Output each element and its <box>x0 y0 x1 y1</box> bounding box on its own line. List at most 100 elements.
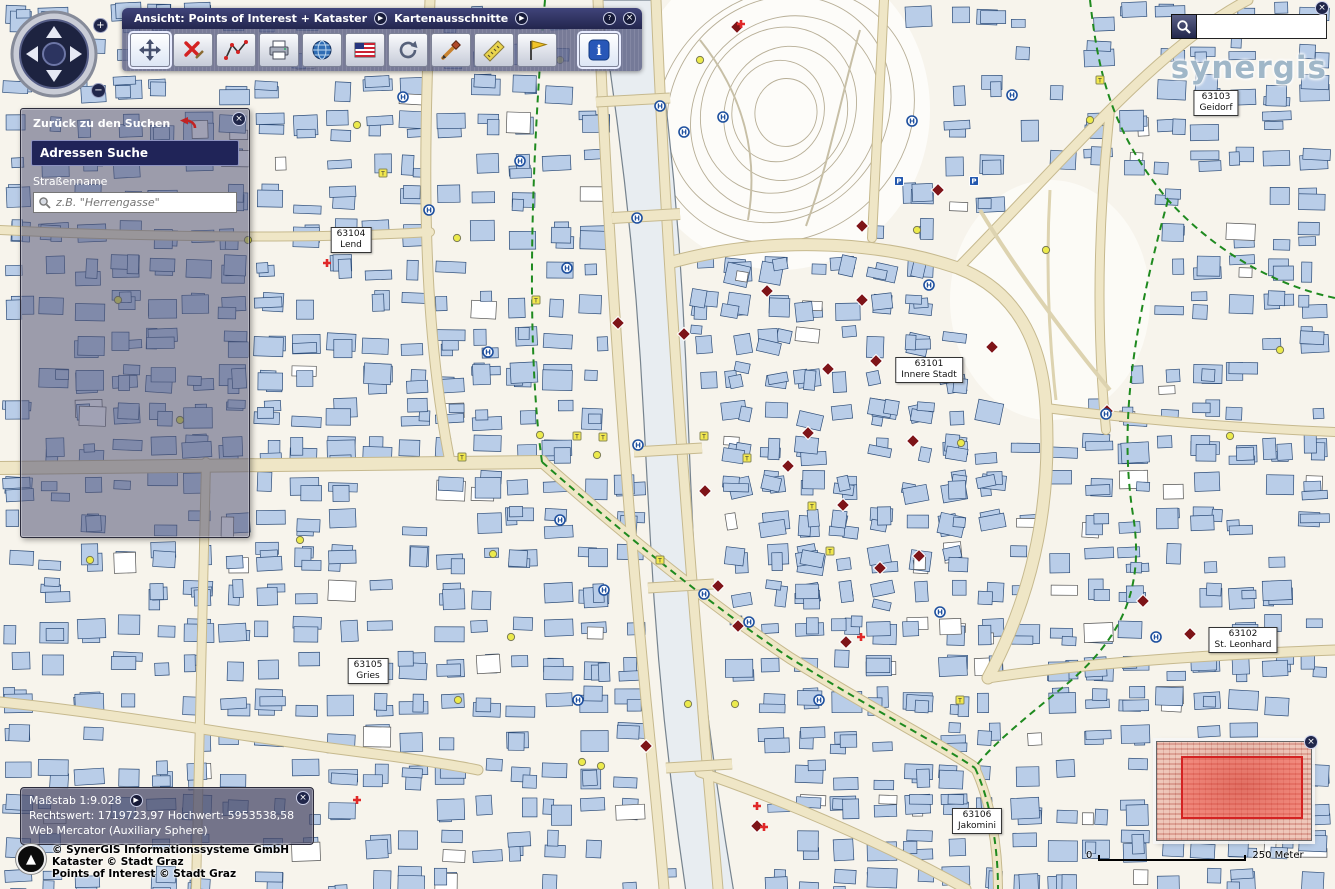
svg-text:H: H <box>746 619 752 627</box>
district-code: 63103 <box>1199 92 1232 103</box>
view-selector-label[interactable]: Ansicht: Points of Interest + Kataster <box>134 12 367 25</box>
draw-pencil-icon <box>439 38 463 62</box>
print-icon <box>267 38 291 62</box>
pan-tool-button[interactable] <box>130 33 170 67</box>
play-icon: ▶ <box>133 796 138 804</box>
district-label-lend: 63104 Lend <box>331 227 372 253</box>
district-name: Geidorf <box>1199 103 1232 114</box>
search-panel-close-button[interactable]: × <box>232 112 246 126</box>
help-button[interactable]: ? <box>603 12 616 25</box>
zoom-out-button[interactable]: − <box>91 83 106 98</box>
svg-text:H: H <box>575 697 581 705</box>
street-field-icon <box>38 196 51 209</box>
measure-line-tool-button[interactable] <box>216 33 256 67</box>
back-to-searches-link[interactable]: Zurück zu den Suchen <box>33 117 170 130</box>
copyright-block: ▲ © SynerGIS Informationssysteme GmbH Ka… <box>16 844 289 880</box>
play-icon: ▶ <box>519 14 524 22</box>
map-extracts-next-button[interactable]: ▶ <box>515 12 528 25</box>
svg-text:H: H <box>1153 634 1159 642</box>
flag-icon <box>353 38 377 62</box>
svg-text:T: T <box>957 697 962 704</box>
copyright-line: Points of Interest © Stadt Graz <box>52 868 289 880</box>
toolbar-close-button[interactable]: × <box>623 12 636 25</box>
svg-text:T: T <box>600 434 605 441</box>
map-extracts-label[interactable]: Kartenausschnitte <box>394 12 508 25</box>
street-name-input[interactable] <box>56 196 232 209</box>
svg-text:H: H <box>681 129 687 137</box>
gis-application: HHHHHHHHHHHHHHHHHHHHHHTTTTTTTTTTTTPP 631… <box>0 0 1335 889</box>
svg-text:T: T <box>533 297 538 304</box>
scale-bar-zero: 0 <box>1086 851 1092 861</box>
svg-text:H: H <box>720 114 726 122</box>
scale-bar-distance: 250 Meter <box>1252 851 1303 861</box>
svg-text:H: H <box>635 442 641 450</box>
scale-panel-close-button[interactable]: × <box>296 791 310 805</box>
district-code: 63101 <box>901 359 957 370</box>
svg-text:T: T <box>827 548 832 555</box>
draw-tool-button[interactable] <box>431 33 471 67</box>
overview-map[interactable]: × <box>1156 741 1312 841</box>
svg-text:T: T <box>574 433 579 440</box>
view-next-button[interactable]: ▶ <box>374 12 387 25</box>
play-icon: ▶ <box>378 14 383 22</box>
delete-sketch-icon <box>181 38 205 62</box>
svg-text:H: H <box>1009 92 1015 100</box>
pan-icon <box>138 38 162 62</box>
district-code: 63106 <box>958 810 996 821</box>
zoom-in-button[interactable]: + <box>93 18 108 33</box>
svg-text:T: T <box>809 503 814 510</box>
back-arrow-icon[interactable] <box>180 117 197 130</box>
quick-search-button[interactable] <box>1171 14 1197 39</box>
svg-text:T: T <box>1097 77 1102 84</box>
scale-bar-line <box>1098 855 1246 861</box>
copyright-line: Kataster © Stadt Graz <box>52 856 289 868</box>
close-icon: × <box>1307 737 1315 747</box>
district-label-innere-stadt: 63101 Innere Stadt <box>895 357 963 383</box>
svg-text:H: H <box>400 94 406 102</box>
svg-text:H: H <box>926 282 932 290</box>
svg-text:T: T <box>657 557 662 564</box>
close-icon: × <box>626 13 634 23</box>
projection-label: Web Mercator (Auxiliary Sphere) <box>29 823 305 838</box>
overview-extent-rect[interactable] <box>1181 756 1303 819</box>
district-name: Innere Stadt <box>901 370 957 381</box>
svg-text:H: H <box>557 517 563 525</box>
svg-text:H: H <box>564 265 570 273</box>
overview-close-button[interactable]: × <box>1304 735 1318 749</box>
info-tool-button[interactable]: i <box>579 33 619 67</box>
scale-options-button[interactable]: ▶ <box>130 794 143 807</box>
quick-search <box>1171 14 1327 39</box>
marker-flag-tool-button[interactable] <box>517 33 557 67</box>
delete-sketch-tool-button[interactable] <box>173 33 213 67</box>
svg-text:P: P <box>896 178 901 186</box>
svg-text:H: H <box>657 103 663 111</box>
globe-tool-button[interactable] <box>302 33 342 67</box>
quick-search-input[interactable] <box>1197 14 1327 39</box>
address-search-panel: × Zurück zu den Suchen Adressen Suche St… <box>20 108 250 538</box>
ruler-tool-button[interactable] <box>474 33 514 67</box>
district-label-geidorf: 63103 Geidorf <box>1193 90 1238 116</box>
district-code: 63105 <box>354 660 383 671</box>
toolbar-tools-row: i <box>122 29 642 71</box>
close-icon: × <box>1318 3 1326 13</box>
measure-line-icon <box>224 38 248 62</box>
street-name-label: Straßenname <box>33 175 237 188</box>
info-icon: i <box>587 38 611 62</box>
district-name: Lend <box>337 240 366 251</box>
print-tool-button[interactable] <box>259 33 299 67</box>
svg-text:i: i <box>596 43 601 59</box>
svg-text:H: H <box>485 349 491 357</box>
address-search-title: Adressen Suche <box>31 140 239 166</box>
svg-text:P: P <box>971 178 976 186</box>
search-icon <box>1176 19 1192 35</box>
navigation-compass[interactable]: + − <box>8 6 108 106</box>
svg-text:T: T <box>744 455 749 462</box>
refresh-tool-button[interactable] <box>388 33 428 67</box>
back-row: Zurück zu den Suchen <box>21 109 249 136</box>
svg-text:H: H <box>601 587 607 595</box>
quick-search-close-button[interactable]: × <box>1315 1 1329 15</box>
scale-bar: 0 250 Meter <box>1086 851 1304 861</box>
close-icon: × <box>299 793 307 803</box>
district-label-st-leonhard: 63102 St. Leonhard <box>1208 627 1277 653</box>
flag-tool-button[interactable] <box>345 33 385 67</box>
